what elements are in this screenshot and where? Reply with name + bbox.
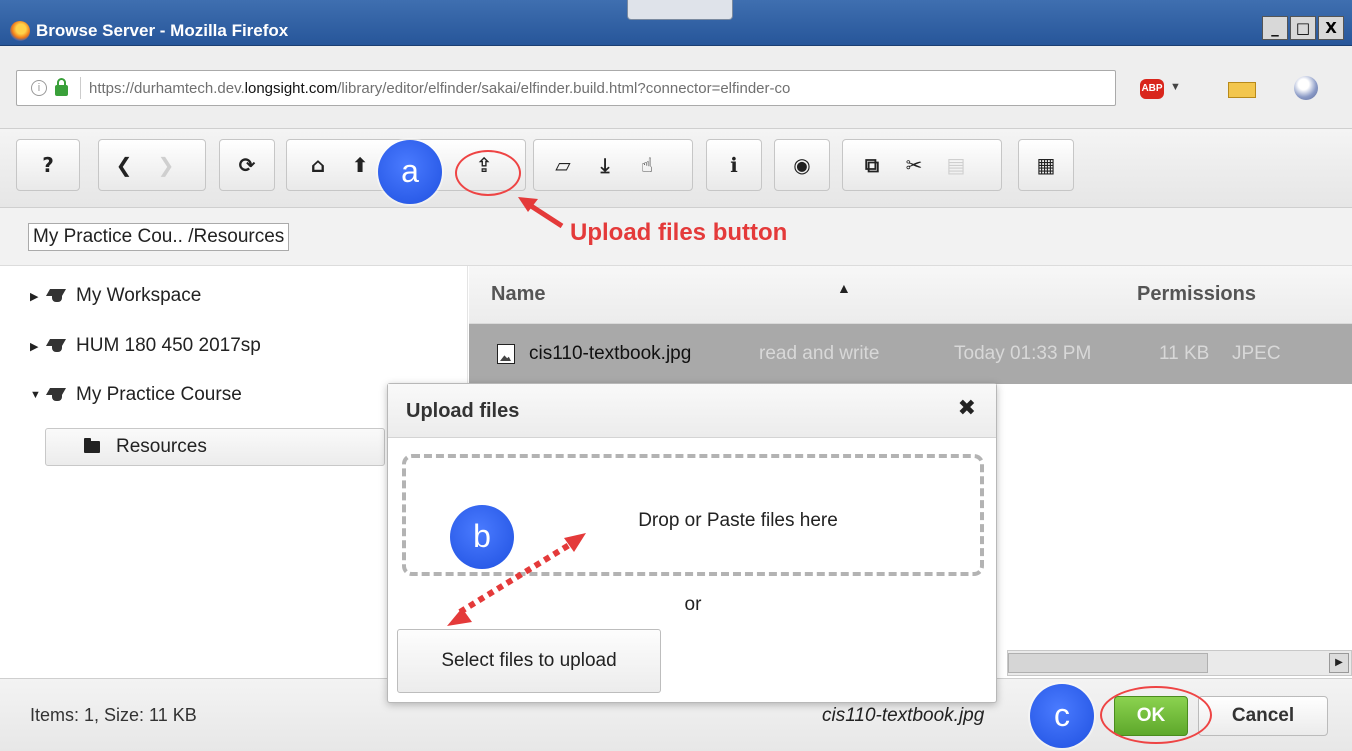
- sort-ascending-icon[interactable]: ▲: [837, 280, 851, 296]
- download-icon[interactable]: ⤓: [584, 144, 626, 186]
- list-header: Name ▲ Permissions: [469, 266, 1352, 324]
- expand-arrow-icon[interactable]: ▶: [30, 340, 46, 353]
- extension-icon[interactable]: [1228, 82, 1256, 98]
- back-icon[interactable]: ❮: [103, 144, 145, 186]
- reload-icon[interactable]: ⟳: [226, 144, 268, 186]
- help-icon[interactable]: ?: [27, 144, 69, 186]
- tree-item-resources[interactable]: Resources: [45, 428, 385, 466]
- toolbar-group-edit: ⧉ ✂ ▤: [842, 139, 1002, 191]
- file-toolbar: ? ❮ ❯ ⟳ ⌂ ⬆ ⇪ ▱ ⤓ ☝ ℹ ◉ ⧉ ✂ ▤ ▦: [0, 128, 1352, 208]
- or-separator: or: [684, 594, 702, 615]
- tree-item-label: My Workspace: [76, 285, 202, 306]
- file-permissions: read and write: [759, 343, 880, 364]
- url-path: /library/editor/elfinder/sakai/elfinder.…: [337, 79, 791, 97]
- scrollbar-thumb[interactable]: [1008, 653, 1208, 673]
- copy-icon[interactable]: ⧉: [851, 144, 893, 186]
- upload-highlight-ring: [455, 150, 521, 196]
- toolbar-group-view: ▦: [1018, 139, 1074, 191]
- lock-icon[interactable]: [55, 78, 68, 96]
- column-header-name[interactable]: Name: [491, 283, 545, 306]
- toolbar-group-preview: ◉: [774, 139, 830, 191]
- preview-icon[interactable]: ◉: [781, 144, 823, 186]
- tree-item-my-workspace[interactable]: ▶ My Workspace: [30, 281, 201, 311]
- toolbar-group-history: ❮ ❯: [98, 139, 206, 191]
- table-row[interactable]: cis110-textbook.jpg read and write Today…: [469, 324, 1352, 384]
- toolbar-group-files: ▱ ⤓ ☝: [533, 139, 693, 191]
- ok-highlight-ring: [1100, 686, 1212, 744]
- url-host: longsight.com: [244, 79, 338, 97]
- open-folder-icon[interactable]: ▱: [542, 144, 584, 186]
- status-summary: Items: 1, Size: 11 KB: [30, 705, 197, 725]
- close-window-button[interactable]: X: [1318, 16, 1344, 40]
- url-bar[interactable]: i https://durhamtech.dev. longsight.com/l…: [16, 70, 1116, 106]
- tree-item-hum-180[interactable]: ▶ HUM 180 450 2017sp: [30, 331, 261, 361]
- upload-callout-label: Upload files button: [570, 219, 788, 246]
- column-header-permissions[interactable]: Permissions: [1137, 283, 1256, 306]
- close-icon[interactable]: ✖: [958, 396, 976, 421]
- info-icon[interactable]: ℹ: [713, 144, 755, 186]
- tree-item-label: HUM 180 450 2017sp: [76, 335, 261, 356]
- tree-item-my-practice-course[interactable]: ▼ My Practice Course: [30, 380, 242, 410]
- adblock-dropdown-icon[interactable]: ▼: [1170, 81, 1181, 93]
- horizontal-scrollbar[interactable]: ▶: [1007, 650, 1352, 676]
- url-separator: [80, 77, 81, 99]
- select-files-button[interactable]: Select files to upload: [397, 629, 661, 693]
- paste-icon[interactable]: ▤: [935, 144, 977, 186]
- maximize-button[interactable]: □: [1290, 16, 1316, 40]
- up-icon[interactable]: ⬆: [339, 144, 381, 186]
- site-cap-icon: [46, 339, 68, 353]
- file-modified: Today 01:33 PM: [954, 343, 1092, 364]
- annotation-badge-a: a: [378, 140, 442, 204]
- site-cap-icon: [46, 289, 68, 303]
- dialog-header: Upload files ✖: [388, 384, 996, 438]
- annotation-badge-c: c: [1030, 684, 1094, 748]
- adblock-icon[interactable]: ABP: [1140, 79, 1164, 99]
- expand-arrow-icon[interactable]: ▶: [30, 290, 46, 303]
- url-prefix: https://durhamtech.dev.: [89, 79, 245, 97]
- forward-icon[interactable]: ❯: [145, 144, 187, 186]
- firefox-logo-icon: [10, 21, 30, 41]
- file-name: cis110-textbook.jpg: [529, 343, 692, 364]
- select-icon[interactable]: ☝: [626, 144, 668, 186]
- toolbar-group-reload: ⟳: [219, 139, 275, 191]
- window-controls: _ □ X: [1262, 16, 1344, 40]
- cut-icon[interactable]: ✂: [893, 144, 935, 186]
- tree-item-label: Resources: [116, 436, 207, 457]
- toolbar-group-info: ℹ: [706, 139, 762, 191]
- annotation-badge-b: b: [450, 505, 514, 569]
- minimize-button[interactable]: _: [1262, 16, 1288, 40]
- window-tab-stub: [627, 0, 733, 20]
- site-info-icon[interactable]: i: [31, 80, 47, 96]
- breadcrumb[interactable]: My Practice Cou.. /Resources: [28, 223, 290, 251]
- folder-icon: [84, 438, 100, 453]
- tree-item-label: My Practice Course: [76, 384, 242, 405]
- window-titlebar: Browse Server - Mozilla Firefox _ □ X: [0, 0, 1352, 46]
- cancel-button[interactable]: Cancel: [1198, 696, 1328, 736]
- collapse-arrow-icon[interactable]: ▼: [30, 389, 46, 401]
- file-kind: JPEC: [1232, 343, 1281, 364]
- file-size: 11 KB: [1159, 343, 1210, 364]
- dialog-title: Upload files: [406, 400, 520, 422]
- site-cap-icon: [46, 388, 68, 402]
- browser-nav-area: i https://durhamtech.dev. longsight.com/l…: [0, 46, 1352, 128]
- status-selected-file: cis110-textbook.jpg: [822, 705, 985, 726]
- scroll-right-icon[interactable]: ▶: [1329, 653, 1349, 673]
- toolbar-group-help: ?: [16, 139, 80, 191]
- home-icon[interactable]: ⌂: [297, 144, 339, 186]
- view-grid-icon[interactable]: ▦: [1025, 144, 1067, 186]
- window-title: Browse Server - Mozilla Firefox: [36, 21, 289, 40]
- image-file-icon: [497, 344, 515, 364]
- extension-globe-icon[interactable]: [1294, 76, 1318, 100]
